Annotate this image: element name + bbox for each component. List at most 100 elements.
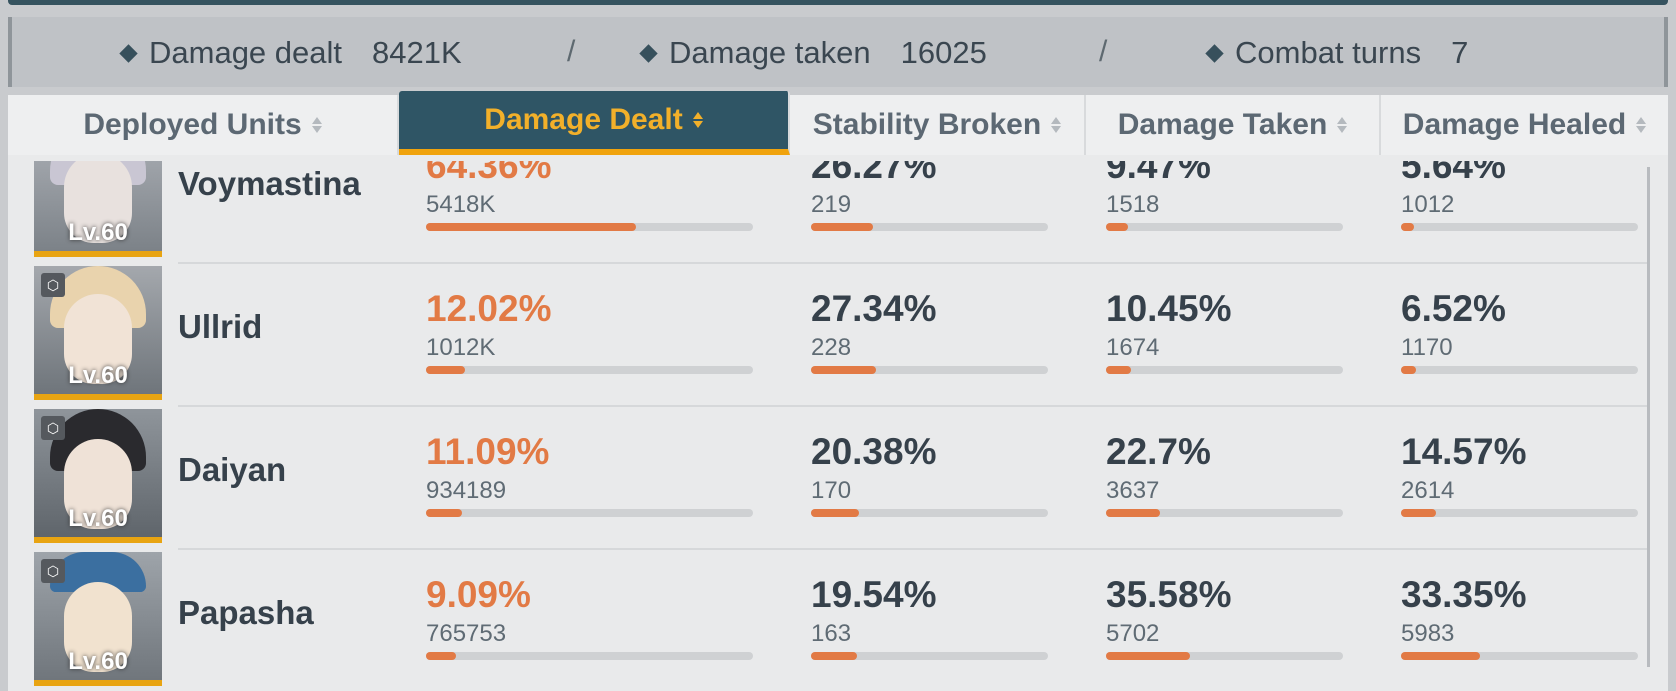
- combat-turns-value: 7: [1451, 35, 1469, 70]
- bar-fill: [811, 223, 874, 231]
- damage-taken-pct: 10.45%: [1106, 288, 1232, 329]
- stability-bar: [811, 652, 1048, 660]
- separator: /: [567, 35, 576, 68]
- scrollbar[interactable]: [1647, 167, 1650, 667]
- diamond-icon: [639, 43, 658, 63]
- header-label: Deployed Units: [83, 108, 302, 141]
- class-badge-icon: ⬡: [41, 416, 65, 440]
- sort-icon: [1636, 117, 1647, 133]
- stability-value: 228: [811, 334, 852, 361]
- separator: /: [1099, 35, 1108, 68]
- damage-taken-value: 5702: [1106, 620, 1160, 647]
- healed-pct: 33.35%: [1401, 574, 1527, 615]
- unit-name: Daiyan: [178, 451, 287, 488]
- healed-bar: [1401, 366, 1638, 374]
- stability-bar: [811, 366, 1048, 374]
- damage-dealt-bar: [426, 366, 753, 374]
- damage-dealt-value: 8421K: [372, 35, 462, 70]
- stats-panel: Deployed Units Damage Dealt Stability Br…: [8, 91, 1668, 691]
- table-row[interactable]: ⬡ Lv.60 Ullrid 12.02% 1012K 27.34% 228 1…: [8, 264, 1648, 407]
- damage-taken-bar: [1106, 652, 1343, 660]
- class-badge-icon: ⬡: [41, 559, 65, 583]
- sort-icon: [1337, 117, 1348, 133]
- damage-taken-pct: 9.47%: [1106, 161, 1211, 186]
- healed-value: 5983: [1401, 620, 1455, 647]
- damage-taken-bar: [1106, 366, 1343, 374]
- damage-taken-value: 1518: [1106, 191, 1160, 218]
- column-header-row: Deployed Units Damage Dealt Stability Br…: [8, 91, 1668, 155]
- sort-icon: [311, 117, 322, 133]
- unit-rows[interactable]: Lv.60 Voymastina 64.36% 5418K 26.27% 219…: [8, 161, 1668, 691]
- level-label: Lv.60: [68, 648, 128, 675]
- damage-dealt-value: 1012K: [426, 334, 496, 361]
- summary-bar: Damage dealt 8421K / Damage taken 16025 …: [8, 17, 1668, 87]
- damage-dealt-bar: [426, 223, 753, 231]
- stability-pct: 26.27%: [811, 161, 937, 186]
- damage-taken-bar: [1106, 223, 1343, 231]
- combat-turns-stat: Combat turns 7: [1205, 35, 1469, 71]
- header-label: Stability Broken: [812, 108, 1042, 141]
- header-label: Damage Healed: [1402, 108, 1627, 141]
- healed-bar: [1401, 223, 1638, 231]
- healed-value: 2614: [1401, 477, 1455, 504]
- header-damage-healed[interactable]: Damage Healed: [1381, 95, 1668, 155]
- damage-taken-pct: 35.58%: [1106, 574, 1232, 615]
- unit-name: Ullrid: [178, 308, 263, 345]
- damage-taken-pct: 22.7%: [1106, 431, 1211, 472]
- bar-fill: [1106, 509, 1160, 517]
- stability-pct: 20.38%: [811, 431, 937, 472]
- class-badge-icon: ⬡: [41, 273, 65, 297]
- table-row[interactable]: ⬡ Lv.60 Daiyan 11.09% 934189 20.38% 170 …: [8, 407, 1648, 550]
- bar-fill: [1401, 652, 1481, 660]
- sort-icon: [692, 112, 703, 128]
- healed-pct: 6.52%: [1401, 288, 1506, 329]
- damage-taken-bar: [1106, 509, 1343, 517]
- header-stability-broken[interactable]: Stability Broken: [790, 95, 1086, 155]
- bar-fill: [1106, 223, 1129, 231]
- table-row[interactable]: ⬡ Lv.60 Papasha 9.09% 765753 19.54% 163 …: [8, 550, 1648, 691]
- sort-icon: [1051, 117, 1062, 133]
- damage-dealt-bar: [426, 652, 753, 660]
- stability-value: 163: [811, 620, 852, 647]
- header-label: Damage Taken: [1117, 108, 1328, 141]
- bar-fill: [426, 652, 456, 660]
- unit-name: Papasha: [178, 594, 314, 631]
- damage-dealt-value: 5418K: [426, 191, 496, 218]
- damage-dealt-label: Damage dealt: [149, 35, 343, 70]
- damage-dealt-pct: 11.09%: [426, 431, 550, 472]
- damage-taken-label: Damage taken: [669, 35, 871, 70]
- level-label: Lv.60: [68, 362, 128, 389]
- damage-dealt-value: 765753: [426, 620, 507, 647]
- bar-fill: [811, 652, 858, 660]
- damage-taken-value: 16025: [900, 35, 987, 70]
- damage-taken-stat: Damage taken 16025: [639, 35, 987, 71]
- header-deployed-units[interactable]: Deployed Units: [8, 95, 399, 155]
- healed-pct: 5.64%: [1401, 161, 1506, 186]
- top-strip: [8, 0, 1668, 5]
- bar-fill: [426, 366, 466, 374]
- bar-fill: [426, 223, 637, 231]
- damage-taken-value: 1674: [1106, 334, 1160, 361]
- bar-fill: [1106, 652, 1191, 660]
- bar-fill: [1106, 366, 1131, 374]
- stability-bar: [811, 509, 1048, 517]
- stability-value: 219: [811, 191, 852, 218]
- diamond-icon: [119, 43, 138, 63]
- damage-dealt-stat: Damage dealt 8421K: [119, 35, 462, 71]
- damage-dealt-bar: [426, 509, 753, 517]
- damage-dealt-pct: 64.36%: [426, 161, 552, 186]
- stability-pct: 19.54%: [811, 574, 937, 615]
- bar-fill: [1401, 223, 1415, 231]
- diamond-icon: [1205, 43, 1224, 63]
- level-label: Lv.60: [68, 505, 128, 532]
- table-row[interactable]: Lv.60 Voymastina 64.36% 5418K 26.27% 219…: [8, 161, 1648, 264]
- avatar: ⬡ Lv.60: [34, 552, 162, 686]
- header-damage-taken[interactable]: Damage Taken: [1086, 95, 1381, 155]
- avatar: ⬡ Lv.60: [34, 409, 162, 543]
- unit-name: Voymastina: [178, 165, 361, 202]
- healed-pct: 14.57%: [1401, 431, 1527, 472]
- healed-value: 1170: [1401, 334, 1453, 361]
- header-damage-dealt[interactable]: Damage Dealt: [399, 91, 790, 155]
- bar-fill: [811, 366, 876, 374]
- bar-fill: [1401, 366, 1417, 374]
